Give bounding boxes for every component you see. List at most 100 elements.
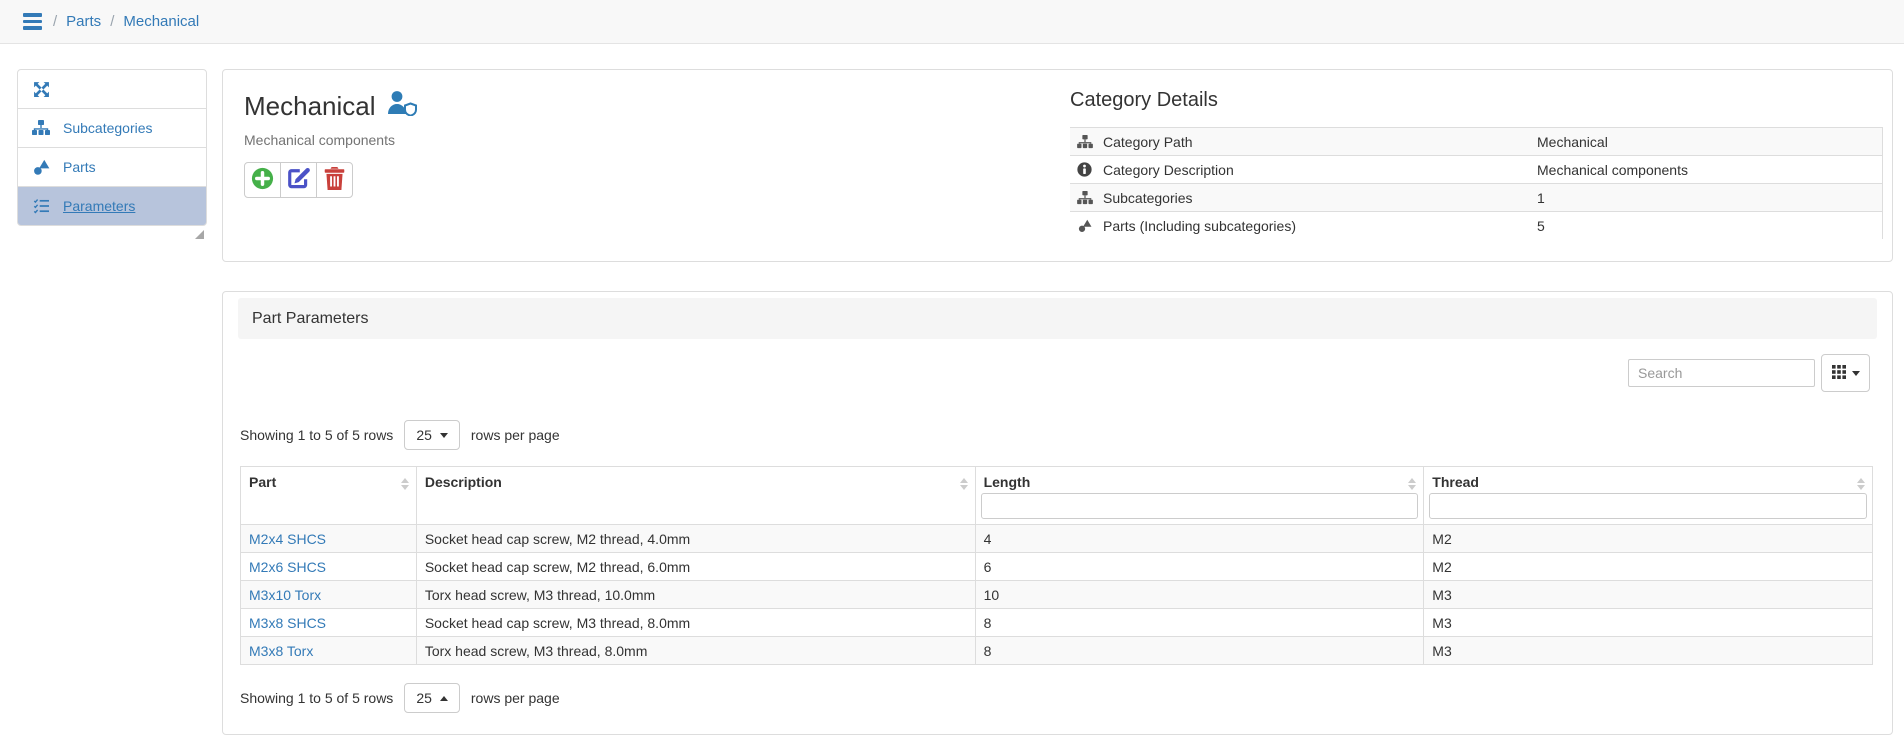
detail-label: Parts (Including subcategories) bbox=[1103, 218, 1296, 234]
parameters-table: Part Description Length Thread M2x4 SHC bbox=[240, 466, 1873, 665]
detail-row-category-description: Category Description Mechanical componen… bbox=[1070, 155, 1882, 183]
description-cell: Socket head cap screw, M3 thread, 8.0mm bbox=[416, 609, 975, 636]
table-row: M3x8 Torx Torx head screw, M3 thread, 8.… bbox=[241, 636, 1872, 664]
edit-button[interactable] bbox=[280, 162, 317, 198]
sitemap-icon bbox=[1076, 133, 1093, 150]
detail-value: 5 bbox=[1537, 218, 1545, 234]
column-header-thread[interactable]: Thread bbox=[1423, 467, 1872, 524]
info-circle-icon bbox=[1076, 161, 1093, 178]
caret-down-icon bbox=[1852, 371, 1860, 376]
table-row: M2x6 SHCS Socket head cap screw, M2 thre… bbox=[241, 552, 1872, 580]
expand-arrows-icon bbox=[32, 80, 50, 98]
sidebar-resize-handle[interactable] bbox=[195, 230, 204, 239]
pagination-top: Showing 1 to 5 of 5 rows 25 rows per pag… bbox=[240, 420, 560, 450]
detail-value: 1 bbox=[1537, 190, 1545, 206]
part-link[interactable]: M3x10 Torx bbox=[249, 587, 321, 603]
search-input[interactable] bbox=[1628, 359, 1815, 387]
table-row: M3x10 Torx Torx head screw, M3 thread, 1… bbox=[241, 580, 1872, 608]
detail-value: Mechanical bbox=[1537, 134, 1608, 150]
description-cell: Torx head screw, M3 thread, 8.0mm bbox=[416, 637, 975, 664]
plus-circle-icon bbox=[251, 167, 274, 193]
sidebar-item-parts[interactable]: Parts bbox=[17, 147, 207, 187]
caret-down-icon bbox=[440, 433, 448, 438]
sitemap-icon bbox=[32, 119, 50, 137]
grid-columns-icon bbox=[1832, 365, 1846, 382]
detail-label: Subcategories bbox=[1103, 190, 1193, 206]
sidebar-item-expand[interactable] bbox=[17, 69, 207, 109]
sitemap-icon bbox=[1076, 189, 1093, 206]
page-size-value: 25 bbox=[416, 690, 432, 706]
sidebar-item-subcategories[interactable]: Subcategories bbox=[17, 108, 207, 148]
column-label: Part bbox=[249, 474, 276, 490]
sort-icon bbox=[401, 478, 409, 490]
category-actions bbox=[244, 162, 417, 198]
category-description: Mechanical components bbox=[244, 132, 417, 148]
part-link[interactable]: M2x6 SHCS bbox=[249, 559, 326, 575]
trash-icon bbox=[324, 167, 345, 193]
columns-button[interactable] bbox=[1821, 354, 1870, 392]
column-header-description[interactable]: Description bbox=[416, 467, 975, 524]
part-link[interactable]: M2x4 SHCS bbox=[249, 531, 326, 547]
sidebar-item-parameters[interactable]: Parameters bbox=[17, 186, 207, 226]
page-title: Mechanical bbox=[244, 91, 376, 122]
detail-label: Category Description bbox=[1103, 162, 1234, 178]
parts-shapes-icon bbox=[32, 158, 50, 176]
rows-per-page-label: rows per page bbox=[471, 690, 560, 706]
part-link[interactable]: M3x8 Torx bbox=[249, 643, 313, 659]
table-row: M3x8 SHCS Socket head cap screw, M3 thre… bbox=[241, 608, 1872, 636]
length-cell: 8 bbox=[975, 637, 1424, 664]
column-header-length[interactable]: Length bbox=[975, 467, 1424, 524]
thread-cell: M3 bbox=[1423, 637, 1872, 664]
detail-row-parts-count: Parts (Including subcategories) 5 bbox=[1070, 211, 1882, 239]
page-size-button[interactable]: 25 bbox=[404, 683, 460, 713]
sidebar-item-label: Parameters bbox=[63, 198, 135, 214]
column-label: Length bbox=[984, 474, 1031, 490]
description-cell: Socket head cap screw, M2 thread, 6.0mm bbox=[416, 553, 975, 580]
sort-icon bbox=[1408, 478, 1416, 490]
sort-icon bbox=[960, 478, 968, 490]
rows-per-page-label: rows per page bbox=[471, 427, 560, 443]
part-parameters-panel: Part Parameters Showing 1 to 5 of 5 rows… bbox=[222, 291, 1893, 735]
add-button[interactable] bbox=[244, 162, 281, 198]
description-cell: Socket head cap screw, M2 thread, 4.0mm bbox=[416, 525, 975, 552]
detail-label: Category Path bbox=[1103, 134, 1193, 150]
length-cell: 8 bbox=[975, 609, 1424, 636]
detail-row-subcategories: Subcategories 1 bbox=[1070, 183, 1882, 211]
breadcrumb-link-mechanical[interactable]: Mechanical bbox=[123, 13, 199, 30]
parameters-list-icon bbox=[32, 197, 50, 215]
part-link[interactable]: M3x8 SHCS bbox=[249, 615, 326, 631]
page-size-button[interactable]: 25 bbox=[404, 420, 460, 450]
column-header-part[interactable]: Part bbox=[241, 467, 416, 524]
caret-up-icon bbox=[440, 696, 448, 701]
description-cell: Torx head screw, M3 thread, 10.0mm bbox=[416, 581, 975, 608]
table-toolbar bbox=[1628, 354, 1870, 392]
thread-cell: M2 bbox=[1423, 525, 1872, 552]
length-filter-input[interactable] bbox=[981, 493, 1419, 519]
category-summary-panel: Mechanical Mechanical components bbox=[222, 69, 1893, 262]
parts-shapes-icon bbox=[1076, 217, 1093, 234]
breadcrumb-bar: / Parts / Mechanical bbox=[0, 0, 1904, 44]
delete-button[interactable] bbox=[316, 162, 353, 198]
detail-value: Mechanical components bbox=[1537, 162, 1688, 178]
sidebar: Subcategories Parts Parameters bbox=[17, 69, 207, 239]
edit-pencil-icon bbox=[287, 167, 310, 193]
hamburger-menu-icon[interactable] bbox=[21, 10, 44, 33]
column-label: Description bbox=[425, 474, 502, 490]
thread-filter-input[interactable] bbox=[1429, 493, 1867, 519]
pagination-info: Showing 1 to 5 of 5 rows bbox=[240, 427, 393, 443]
user-shield-icon bbox=[386, 90, 417, 123]
breadcrumb-link-parts[interactable]: Parts bbox=[66, 13, 101, 30]
column-label: Thread bbox=[1432, 474, 1479, 490]
page-size-value: 25 bbox=[416, 427, 432, 443]
table-header-row: Part Description Length Thread bbox=[241, 467, 1872, 524]
breadcrumb-separator: / bbox=[53, 13, 57, 30]
pagination-info: Showing 1 to 5 of 5 rows bbox=[240, 690, 393, 706]
length-cell: 10 bbox=[975, 581, 1424, 608]
pagination-bottom: Showing 1 to 5 of 5 rows 25 rows per pag… bbox=[240, 683, 560, 713]
thread-cell: M2 bbox=[1423, 553, 1872, 580]
category-details-table: Category Path Mechanical Category Descri… bbox=[1070, 127, 1883, 239]
category-details: Category Details Category Path Mechanica… bbox=[1070, 89, 1883, 239]
length-cell: 6 bbox=[975, 553, 1424, 580]
table-body: M2x4 SHCS Socket head cap screw, M2 thre… bbox=[241, 524, 1872, 664]
breadcrumb-separator: / bbox=[110, 13, 114, 30]
